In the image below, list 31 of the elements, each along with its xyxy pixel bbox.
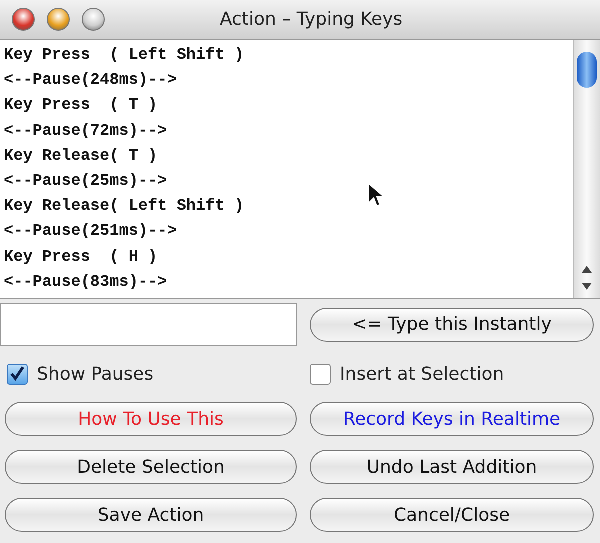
scroll-down-icon[interactable] xyxy=(580,282,594,292)
checkbox-label: Insert at Selection xyxy=(340,364,504,384)
window-control-icon[interactable] xyxy=(82,8,105,31)
action-button[interactable]: Cancel/Close xyxy=(310,498,594,532)
log-line: Key Press ( Left Shift ) xyxy=(4,45,244,66)
action-button[interactable]: Save Action xyxy=(5,498,297,532)
type-instantly-button[interactable]: <= Type this Instantly xyxy=(310,308,594,342)
log-line: Key Press ( T ) xyxy=(4,95,158,116)
log-line: Key Release( Left Shift ) xyxy=(4,196,244,218)
log-line: <--Pause(72ms)--> xyxy=(4,120,168,142)
action-button[interactable]: Undo Last Addition xyxy=(310,450,594,484)
log-line: <--Pause(251ms)--> xyxy=(4,221,177,242)
scroll-up-icon[interactable] xyxy=(580,264,594,274)
input-field[interactable] xyxy=(0,303,297,346)
action-button[interactable]: Delete Selection xyxy=(5,450,297,484)
action-button[interactable]: How To Use This xyxy=(5,402,297,436)
log-line: Key Press ( H ) xyxy=(4,246,158,268)
window-title: Action – Typing Keys xyxy=(220,9,403,30)
log-line: <--Pause(83ms)--> xyxy=(4,272,168,293)
action-button[interactable]: Record Keys in Realtime xyxy=(310,402,594,436)
log-area[interactable]: Key Press ( Left Shift ) <--Pause(248ms)--> Key Press ( T ) <--Pause(72ms)--> Key Release( T ) <--Pause(25ms)--> Key Release( Left Shift ) <--Pause(251ms)--> Key Press ( H ) <--Pause(83ms)--> xyxy=(0,40,600,299)
scrollbar[interactable] xyxy=(573,40,600,298)
log-line: Key Release( T ) xyxy=(4,146,158,167)
scroll-thumb[interactable] xyxy=(577,52,597,88)
checkbox-label: Show Pauses xyxy=(37,364,154,384)
log-line: <--Pause(248ms)--> xyxy=(4,70,177,92)
window-control-icon[interactable] xyxy=(12,8,35,31)
window-control-icon[interactable] xyxy=(47,8,70,31)
checkbox[interactable] xyxy=(310,364,331,384)
log-line: <--Pause(25ms)--> xyxy=(4,171,168,192)
checkbox[interactable] xyxy=(7,364,28,384)
